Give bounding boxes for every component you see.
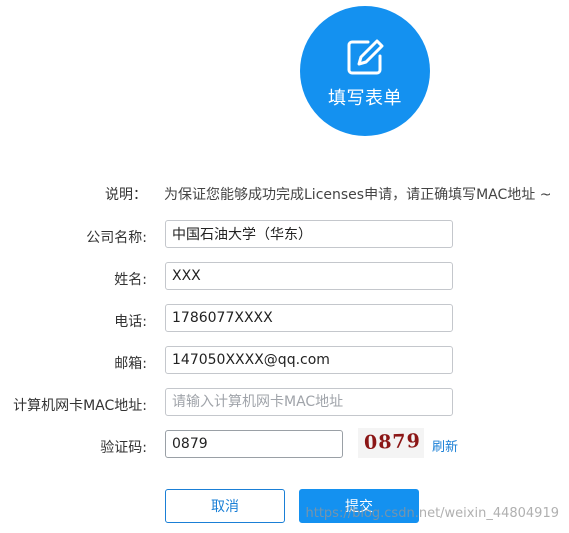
form-header-title: 填写表单 [328,88,402,109]
description-label: 说明： [105,187,147,203]
phone-input[interactable] [165,304,453,332]
mac-address-input[interactable] [165,388,453,416]
captcha-input[interactable] [165,430,343,458]
edit-form-icon [347,39,384,75]
name-label: 姓名: [114,272,147,288]
description-text: 为保证您能够成功完成Licenses申请，请正确填写MAC地址 ~ [164,187,552,203]
email-input[interactable] [165,346,453,374]
captcha-image[interactable]: 0879 [358,428,424,458]
phone-label: 电话: [114,314,147,330]
submit-button[interactable]: 提交 [299,489,419,523]
captcha-refresh-link[interactable]: 刷新 [432,436,458,455]
name-input[interactable] [165,262,453,290]
captcha-image-text: 0879 [363,430,422,454]
captcha-label: 验证码: [100,440,147,456]
mac-label: 计算机网卡MAC地址: [13,398,147,414]
email-label: 邮箱: [114,356,147,372]
company-label: 公司名称: [86,230,147,246]
company-input[interactable] [165,220,453,248]
form-header-badge: 填写表单 [300,6,430,136]
cancel-button[interactable]: 取消 [165,489,285,523]
form-page: 填写表单 说明： 为保证您能够成功完成Licenses申请，请正确填写MAC地址… [0,0,569,533]
